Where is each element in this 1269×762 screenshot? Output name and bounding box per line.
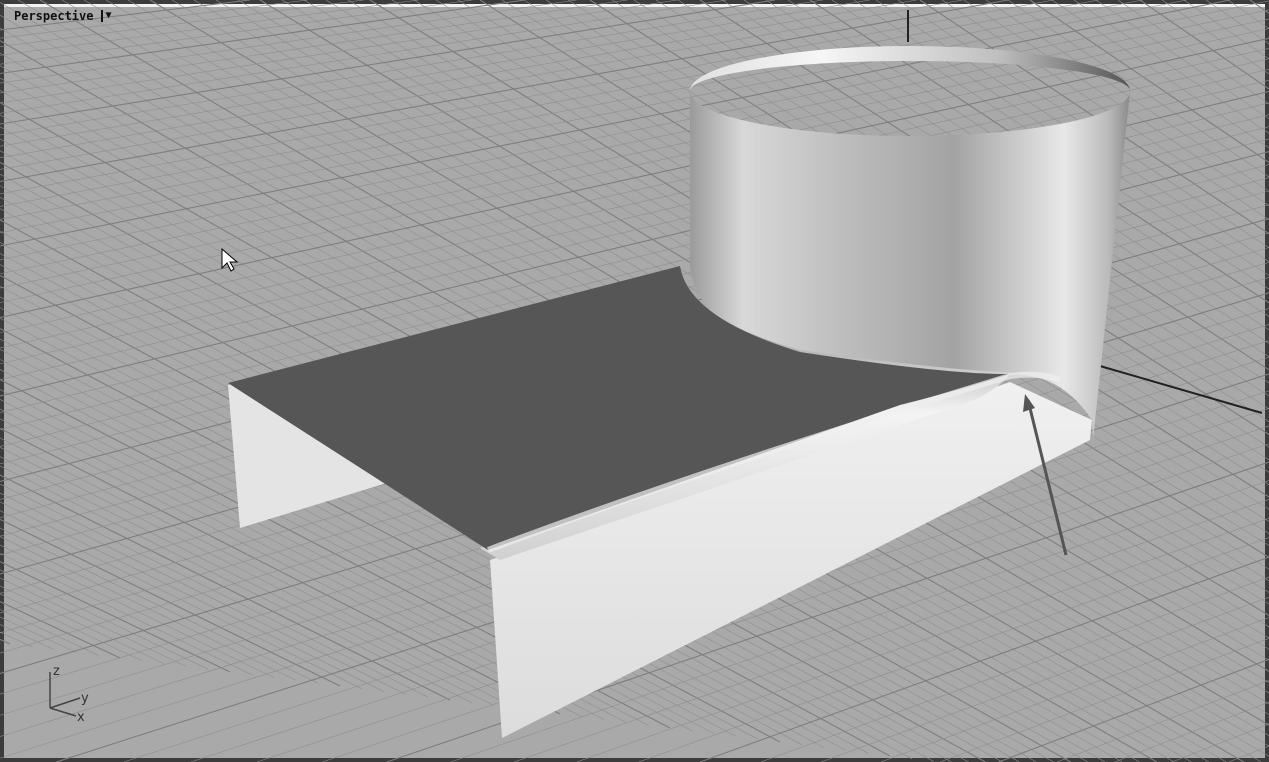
- grid-line: [1117, 0, 1269, 105]
- grid-line: [0, 631, 33, 648]
- perspective-viewport[interactable]: z y x Perspective ▼: [0, 0, 1269, 762]
- grid-line: [1183, 0, 1269, 60]
- viewport-title-menu[interactable]: Perspective ▼: [14, 9, 112, 23]
- grid-line: [0, 638, 11, 645]
- grid-line: [1249, 0, 1269, 14]
- scene[interactable]: z y x: [0, 0, 1269, 762]
- grid-line: [1171, 723, 1269, 762]
- grid-line: [0, 624, 55, 650]
- axis-label-y: y: [81, 691, 89, 706]
- triangle-down-icon[interactable]: ▼: [101, 10, 112, 22]
- grid-line: [0, 483, 429, 698]
- grid-line: [0, 553, 253, 676]
- grid-line: [0, 527, 319, 684]
- grid-line: [0, 536, 297, 681]
- grid-line: [0, 0, 776, 125]
- grid-line: [1228, 745, 1269, 762]
- grid-line: [0, 616, 77, 653]
- grid-line: [880, 617, 1269, 762]
- grid-line: [1139, 0, 1269, 90]
- grid-line: [1161, 0, 1269, 75]
- grid-line: [0, 492, 407, 695]
- axis-label-x: x: [77, 710, 85, 725]
- viewport-title[interactable]: Perspective: [14, 9, 93, 23]
- axis-label-z: z: [53, 664, 60, 679]
